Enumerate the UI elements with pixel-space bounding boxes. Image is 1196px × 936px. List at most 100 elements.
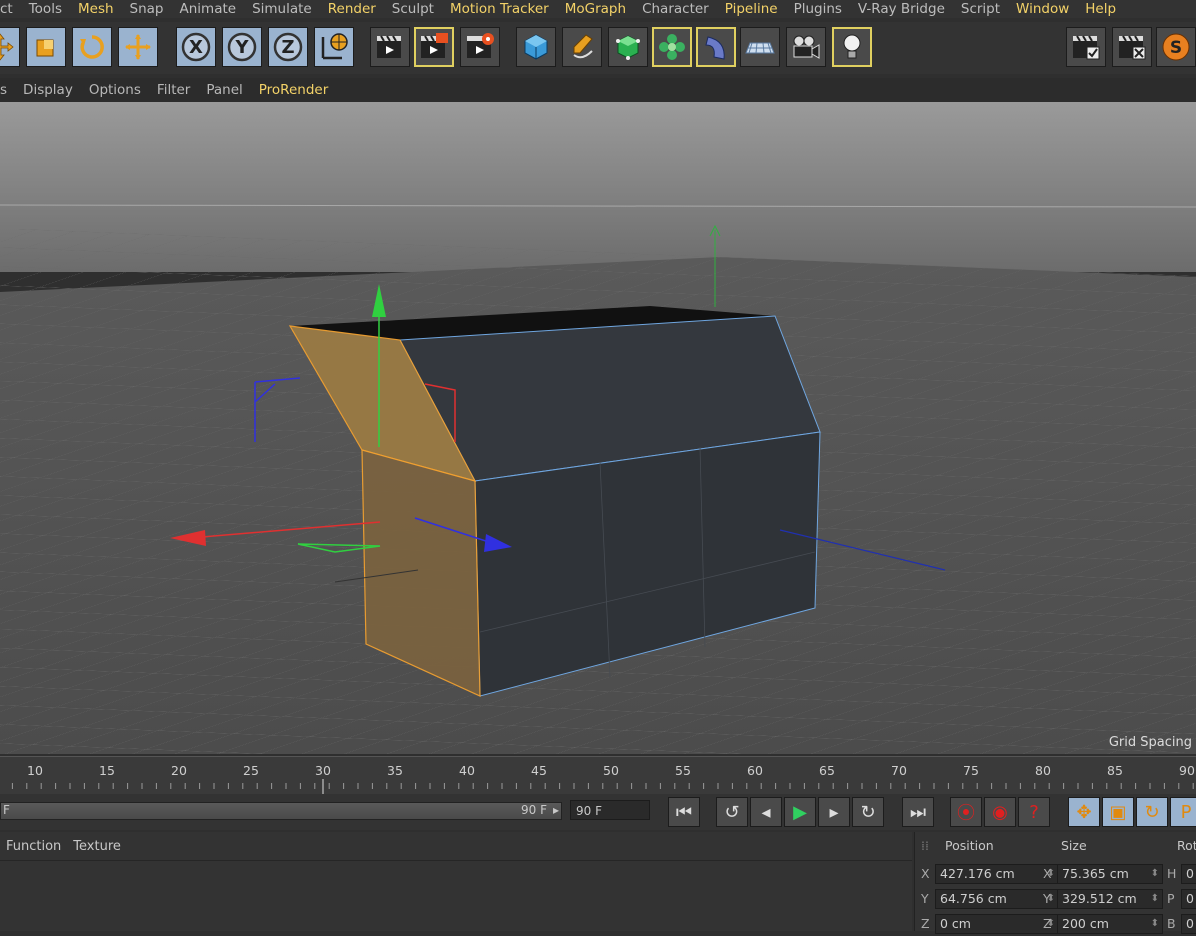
menu-item-sculpt[interactable]: Sculpt xyxy=(384,1,442,17)
rotation-field[interactable]: 0 xyxy=(1181,864,1196,884)
coordinate-row: X 427.176 cm ⬍ X 75.365 cm ⬍ H 0 xyxy=(915,864,1196,886)
spinner-icon[interactable]: ⬍ xyxy=(1151,865,1159,883)
prev-frame-button[interactable]: ◂ xyxy=(750,797,782,827)
position-field[interactable]: 427.176 cm ⬍ xyxy=(935,864,1059,884)
rotation-field[interactable]: 0 xyxy=(1181,914,1196,934)
position-field[interactable]: 64.756 cm ⬍ xyxy=(935,889,1059,909)
autokey-button[interactable]: ◉ xyxy=(984,797,1016,827)
end-frame-field[interactable]: 90 F xyxy=(570,800,650,820)
size-field[interactable]: 329.512 cm ⬍ xyxy=(1057,889,1163,909)
question-icon: ? xyxy=(1029,801,1039,823)
z-axis-lock-button[interactable]: Z xyxy=(268,27,308,67)
transform-tool-button[interactable] xyxy=(118,27,158,67)
menu-item-render[interactable]: Render xyxy=(320,1,384,17)
scale-key-icon: ▣ xyxy=(1109,801,1127,823)
goto-start-button[interactable]: ⏮ xyxy=(668,797,700,827)
spinner-icon[interactable]: ⬍ xyxy=(1151,890,1159,908)
menu-item-mesh[interactable]: Mesh xyxy=(70,1,122,17)
viewport-menu-s[interactable]: s xyxy=(0,82,15,98)
material-menu-function[interactable]: Function xyxy=(0,839,67,854)
goto-end-button[interactable]: ⏭ xyxy=(902,797,934,827)
render-view-button[interactable] xyxy=(370,27,410,67)
menu-item-plugins[interactable]: Plugins xyxy=(786,1,850,17)
camera-button[interactable] xyxy=(786,27,826,67)
key-rotation-button[interactable]: ↻ xyxy=(1136,797,1168,827)
timeline-ruler[interactable]: 10 15 20 25 30 35 40 45 50 55 60 65 70 75 80 85 90 xyxy=(0,756,1196,795)
close-render-button[interactable] xyxy=(1112,27,1152,67)
menu-item-character[interactable]: Character xyxy=(634,1,717,17)
next-frame-button[interactable]: ▸ xyxy=(818,797,850,827)
pen-spline-button[interactable] xyxy=(562,27,602,67)
scale-tool-button[interactable] xyxy=(26,27,66,67)
menu-item-ct[interactable]: ct xyxy=(0,1,21,17)
frame-range-slider[interactable]: F 90 F ▸ xyxy=(0,802,562,820)
position-header: Position xyxy=(945,837,994,853)
prev-key-button[interactable]: ↺ xyxy=(716,797,748,827)
record-button[interactable]: ⦿ xyxy=(950,797,982,827)
material-menu: Function Texture xyxy=(0,832,912,861)
key-param-button[interactable]: P xyxy=(1170,797,1196,827)
svg-text:Z: Z xyxy=(281,37,294,58)
keyframe-selection-button[interactable]: ? xyxy=(1018,797,1050,827)
position-value: 427.176 cm xyxy=(940,866,1015,881)
menu-item-help[interactable]: Help xyxy=(1077,1,1124,17)
param-key-icon: P xyxy=(1180,801,1192,823)
key-position-button[interactable]: ✥ xyxy=(1068,797,1100,827)
menu-item-pipeline[interactable]: Pipeline xyxy=(717,1,786,17)
move-icon xyxy=(0,33,14,61)
menu-item-motion-tracker[interactable]: Motion Tracker xyxy=(442,1,557,17)
3d-viewport[interactable]: Grid Spacing xyxy=(0,102,1196,754)
material-menu-texture[interactable]: Texture xyxy=(67,839,127,854)
autokey-icon: ◉ xyxy=(992,801,1008,823)
x-axis-lock-button[interactable]: X xyxy=(176,27,216,67)
render-picture-viewer-button[interactable] xyxy=(414,27,454,67)
step-back-icon: ◂ xyxy=(761,801,771,823)
floor-button[interactable] xyxy=(740,27,780,67)
size-field[interactable]: 75.365 cm ⬍ xyxy=(1057,864,1163,884)
position-axis-label: Z xyxy=(921,916,930,931)
menu-item-v-ray-bridge[interactable]: V-Ray Bridge xyxy=(850,1,953,17)
size-field[interactable]: 200 cm ⬍ xyxy=(1057,914,1163,934)
menu-item-window[interactable]: Window xyxy=(1008,1,1077,17)
viewport-menu-options[interactable]: Options xyxy=(81,82,149,98)
grip-icon: ⁞⁞ xyxy=(921,837,929,853)
viewport-menu-prorender[interactable]: ProRender xyxy=(251,82,336,98)
move-key-icon: ✥ xyxy=(1076,801,1092,823)
rotate-tool-button[interactable] xyxy=(72,27,112,67)
world-coordinates-icon xyxy=(321,33,348,60)
next-key-button[interactable]: ↻ xyxy=(852,797,884,827)
y-axis-lock-button[interactable]: Y xyxy=(222,27,262,67)
position-field[interactable]: 0 cm ⬍ xyxy=(935,914,1059,934)
menu-item-snap[interactable]: Snap xyxy=(122,1,172,17)
move-tool-button[interactable] xyxy=(0,27,20,67)
transport-bar: F 90 F ▸ 90 F ⏮ ↺ ◂ ▶ ▸ ↻ ⏭ ⦿ ◉ ? ✥ ▣ ↻ … xyxy=(0,794,1196,830)
cloner-button[interactable] xyxy=(652,27,692,67)
viewport-menu-filter[interactable]: Filter xyxy=(149,82,198,98)
coordinate-system-button[interactable] xyxy=(314,27,354,67)
play-button[interactable]: ▶ xyxy=(784,797,816,827)
viewport-menu-display[interactable]: Display xyxy=(15,82,81,98)
size-value: 75.365 cm xyxy=(1062,866,1129,881)
deformer-button[interactable] xyxy=(696,27,736,67)
ruler-tick-label: 20 xyxy=(171,763,187,778)
menu-item-tools[interactable]: Tools xyxy=(21,1,70,17)
position-axis-label: Y xyxy=(921,891,929,906)
menu-item-animate[interactable]: Animate xyxy=(172,1,245,17)
light-button[interactable] xyxy=(832,27,872,67)
key-scale-button[interactable]: ▣ xyxy=(1102,797,1134,827)
plugin-s-button[interactable]: S xyxy=(1156,27,1196,67)
render-settings-button[interactable] xyxy=(460,27,500,67)
z-axis-icon: Z xyxy=(273,32,303,62)
size-axis-label: Z xyxy=(1043,916,1052,931)
spinner-icon[interactable]: ⬍ xyxy=(1151,915,1159,933)
rotation-field[interactable]: 0 xyxy=(1181,889,1196,909)
viewport-canvas[interactable] xyxy=(0,102,1196,754)
subdivision-button[interactable] xyxy=(608,27,648,67)
viewport-menu-panel[interactable]: Panel xyxy=(198,82,250,98)
menu-item-mograph[interactable]: MoGraph xyxy=(557,1,634,17)
edit-render-settings-button[interactable] xyxy=(1066,27,1106,67)
clapboard-render-icon xyxy=(421,33,448,58)
cube-primitive-button[interactable] xyxy=(516,27,556,67)
menu-item-script[interactable]: Script xyxy=(953,1,1008,17)
menu-item-simulate[interactable]: Simulate xyxy=(244,1,320,17)
